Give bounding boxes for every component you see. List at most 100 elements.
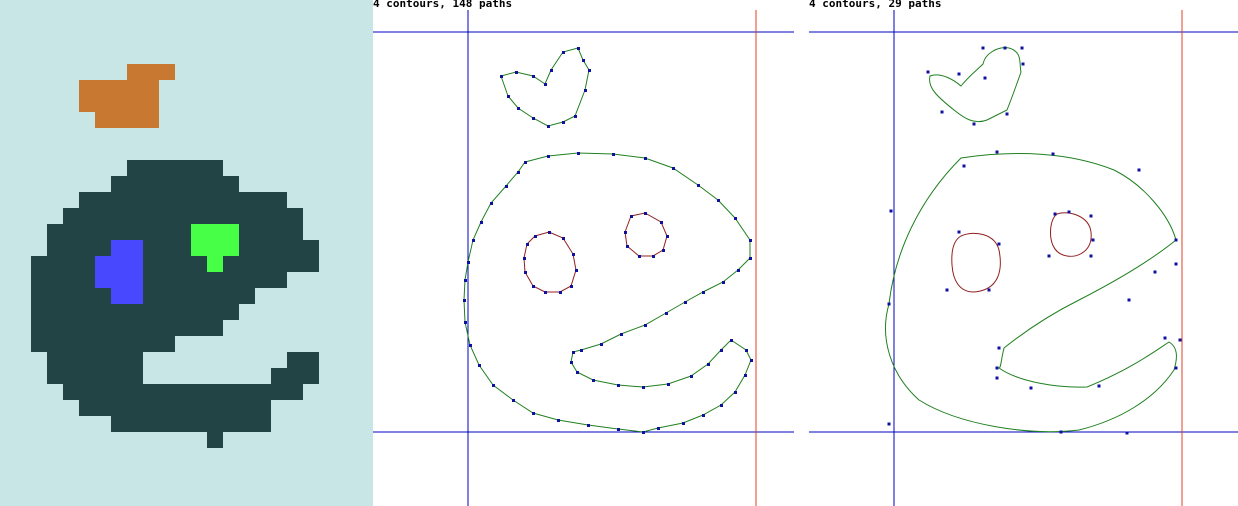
- trace-point: [638, 255, 641, 258]
- trace-point: [478, 364, 481, 367]
- trace-panel-dense: 4 contours, 148 paths: [373, 0, 809, 506]
- trace-point: [652, 255, 655, 258]
- status-text: 4 contours, 148 paths: [373, 0, 513, 10]
- control-point: [1053, 212, 1057, 216]
- trace-point: [682, 422, 685, 425]
- trace-point: [550, 69, 553, 72]
- trace-point: [500, 75, 503, 78]
- control-point: [1091, 238, 1095, 242]
- control-point: [1005, 112, 1009, 116]
- trace-point: [574, 115, 577, 118]
- control-point: [1089, 214, 1093, 218]
- trace-point: [532, 412, 535, 415]
- control-point: [981, 46, 985, 50]
- trace-point: [587, 424, 590, 427]
- trace-point: [490, 202, 493, 205]
- trace-point: [577, 47, 580, 50]
- trace-point: [617, 384, 620, 387]
- status-text: 4 contours, 29 paths: [809, 0, 942, 10]
- control-point: [957, 230, 961, 234]
- control-point: [945, 288, 949, 292]
- simplified-control-points: [887, 46, 1182, 435]
- sprout-polyline: [500, 47, 590, 127]
- trace-point: [570, 285, 573, 288]
- trace-point: [734, 217, 737, 220]
- trace-point: [697, 184, 700, 187]
- control-point: [972, 122, 976, 126]
- trace-point: [630, 215, 633, 218]
- trace-point: [617, 428, 620, 431]
- control-point: [1153, 270, 1157, 274]
- body-contour: [885, 153, 1177, 433]
- trace-point: [580, 349, 583, 352]
- trace-point: [524, 271, 527, 274]
- left-eye-polyline: [523, 231, 577, 293]
- control-point: [1125, 431, 1129, 435]
- trace-point: [620, 333, 623, 336]
- control-point: [889, 209, 893, 213]
- control-point: [1051, 152, 1055, 156]
- trace-point: [532, 285, 535, 288]
- trace-point: [730, 339, 733, 342]
- trace-point: [734, 391, 737, 394]
- trace-point: [666, 235, 669, 238]
- trace-point: [469, 344, 472, 347]
- trace-point: [717, 199, 720, 202]
- control-point: [1174, 366, 1178, 370]
- control-point: [1137, 168, 1141, 172]
- trace-point: [600, 343, 603, 346]
- orange-sprout: [79, 64, 175, 128]
- control-point: [1174, 238, 1178, 242]
- trace-point: [662, 249, 665, 252]
- trace-point: [644, 157, 647, 160]
- trace-point: [505, 185, 508, 188]
- trace-point: [750, 359, 753, 362]
- control-point: [957, 72, 961, 76]
- control-point: [1020, 46, 1024, 50]
- pixel-art-canvas: [31, 64, 319, 448]
- trace-point: [472, 239, 475, 242]
- trace-point: [512, 399, 515, 402]
- control-point: [1003, 46, 1007, 50]
- trace-point: [749, 239, 752, 242]
- trace-point: [559, 291, 562, 294]
- trace-point: [612, 153, 615, 156]
- trace-point: [737, 269, 740, 272]
- trace-point: [562, 121, 565, 124]
- trace-point: [480, 221, 483, 224]
- dark-body: [31, 160, 319, 448]
- control-point: [1067, 210, 1071, 214]
- trace-point: [588, 69, 591, 72]
- trace-point: [660, 221, 663, 224]
- trace-point: [626, 245, 629, 248]
- control-point: [1029, 386, 1033, 390]
- trace-point: [744, 374, 747, 377]
- body-polyline: [463, 152, 752, 433]
- control-point: [987, 288, 991, 292]
- trace-point: [547, 125, 550, 128]
- trace-point: [464, 279, 467, 282]
- trace-point: [463, 299, 466, 302]
- control-point: [926, 70, 930, 74]
- trace-point: [523, 257, 526, 260]
- trace-point: [684, 301, 687, 304]
- control-point: [995, 376, 999, 380]
- left-eye-contour: [951, 232, 1001, 293]
- trace-point: [702, 291, 705, 294]
- trace-point: [584, 89, 587, 92]
- right-eye-contour: [1050, 212, 1092, 257]
- trace-point: [624, 231, 627, 234]
- trace-point: [576, 371, 579, 374]
- control-point: [962, 164, 966, 168]
- right-eye-polyline: [624, 212, 668, 257]
- control-point: [1089, 254, 1093, 258]
- control-point: [1178, 338, 1182, 342]
- control-point: [997, 346, 1001, 350]
- trace-point: [722, 281, 725, 284]
- trace-point: [745, 349, 748, 352]
- control-point: [1059, 430, 1063, 434]
- trace-point: [690, 375, 693, 378]
- trace-canvas-simplified: [809, 10, 1238, 506]
- trace-point: [534, 235, 537, 238]
- control-point: [995, 366, 999, 370]
